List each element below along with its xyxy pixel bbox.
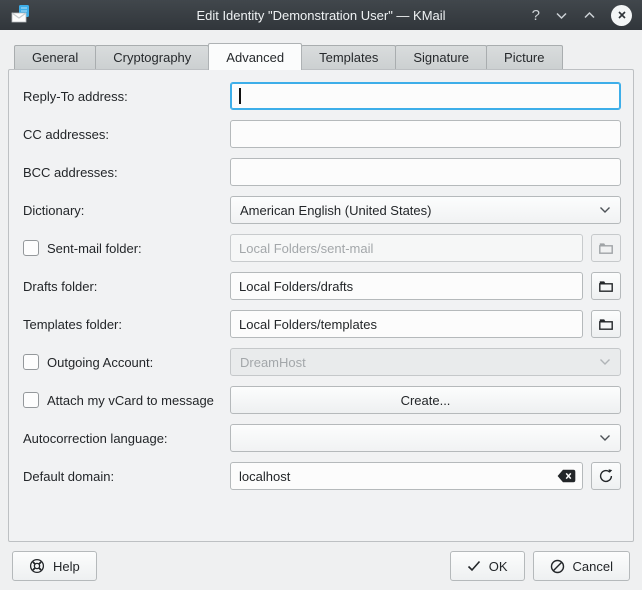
check-icon (467, 560, 481, 572)
vcard-checkbox[interactable] (23, 392, 39, 408)
refresh-icon (598, 468, 614, 484)
sent-mail-checkbox[interactable] (23, 240, 39, 256)
titlebar-help-icon[interactable]: ? (532, 8, 540, 23)
close-icon (617, 10, 627, 20)
templates-row: Templates folder: (23, 310, 621, 338)
dictionary-row: Dictionary: American English (United Sta… (23, 196, 621, 224)
vcard-row: Attach my vCard to message Create... (23, 386, 621, 414)
chevron-down-icon (555, 11, 568, 20)
reply-to-label: Reply-To address: (23, 89, 230, 104)
folder-icon (598, 240, 614, 256)
bcc-label: BCC addresses: (23, 165, 230, 180)
reply-to-input[interactable] (230, 82, 621, 110)
cc-row: CC addresses: (23, 120, 621, 148)
tab-advanced[interactable]: Advanced (208, 43, 302, 70)
help-button[interactable]: Help (12, 551, 97, 581)
templates-label: Templates folder: (23, 317, 230, 332)
default-domain-input[interactable] (230, 462, 583, 490)
advanced-tab-panel: Reply-To address: CC addresses: BCC addr… (8, 69, 634, 542)
autocorrection-dropdown[interactable] (230, 424, 621, 452)
bcc-row: BCC addresses: (23, 158, 621, 186)
lifebuoy-icon (29, 558, 45, 574)
sent-mail-folder-picker-button (591, 234, 621, 262)
chevron-down-icon (599, 206, 611, 214)
chevron-down-icon (599, 434, 611, 442)
tab-signature[interactable]: Signature (395, 45, 487, 69)
sent-mail-row: Sent-mail folder: (23, 234, 621, 262)
outgoing-account-label: Outgoing Account: (47, 355, 153, 370)
default-domain-row: Default domain: (23, 462, 621, 490)
create-vcard-button[interactable]: Create... (230, 386, 621, 414)
titlebar[interactable]: Edit Identity "Demonstration User" — KMa… (0, 0, 642, 30)
close-button[interactable] (611, 5, 632, 26)
slash-circle-icon (550, 559, 565, 574)
cc-label: CC addresses: (23, 127, 230, 142)
maximize-button[interactable] (583, 11, 596, 20)
outgoing-account-checkbox[interactable] (23, 354, 39, 370)
tab-bar: General Cryptography Advanced Templates … (0, 42, 642, 69)
bcc-input[interactable] (230, 158, 621, 186)
outgoing-account-dropdown: DreamHost (230, 348, 621, 376)
chevron-down-icon (599, 358, 611, 366)
tab-general[interactable]: General (14, 45, 96, 69)
ok-button[interactable]: OK (450, 551, 525, 581)
default-domain-label: Default domain: (23, 469, 230, 484)
dictionary-dropdown[interactable]: American English (United States) (230, 196, 621, 224)
backspace-clear-icon[interactable] (557, 469, 576, 483)
vcard-label: Attach my vCard to message (47, 393, 214, 408)
drafts-label: Drafts folder: (23, 279, 230, 294)
drafts-row: Drafts folder: (23, 272, 621, 300)
dictionary-value: American English (United States) (240, 203, 431, 218)
folder-icon (598, 316, 614, 332)
drafts-folder-picker-button[interactable] (591, 272, 621, 300)
autocorrection-label: Autocorrection language: (23, 431, 230, 446)
tab-templates[interactable]: Templates (301, 45, 396, 69)
default-domain-reset-button[interactable] (591, 462, 621, 490)
folder-icon (598, 278, 614, 294)
outgoing-account-row: Outgoing Account: DreamHost (23, 348, 621, 376)
chevron-up-icon (583, 11, 596, 20)
drafts-input[interactable] (230, 272, 583, 300)
kmail-envelope-icon (10, 4, 32, 26)
templates-input[interactable] (230, 310, 583, 338)
outgoing-account-value: DreamHost (240, 355, 306, 370)
cancel-button[interactable]: Cancel (533, 551, 630, 581)
minimize-button[interactable] (555, 11, 568, 20)
cc-input[interactable] (230, 120, 621, 148)
tab-picture[interactable]: Picture (486, 45, 562, 69)
reply-to-row: Reply-To address: (23, 82, 621, 110)
sent-mail-input (230, 234, 583, 262)
templates-folder-picker-button[interactable] (591, 310, 621, 338)
dialog-button-box: Help OK Cancel (12, 551, 630, 581)
dictionary-label: Dictionary: (23, 203, 230, 218)
sent-mail-label: Sent-mail folder: (47, 241, 142, 256)
autocorrection-row: Autocorrection language: (23, 424, 621, 452)
tab-cryptography[interactable]: Cryptography (95, 45, 209, 69)
